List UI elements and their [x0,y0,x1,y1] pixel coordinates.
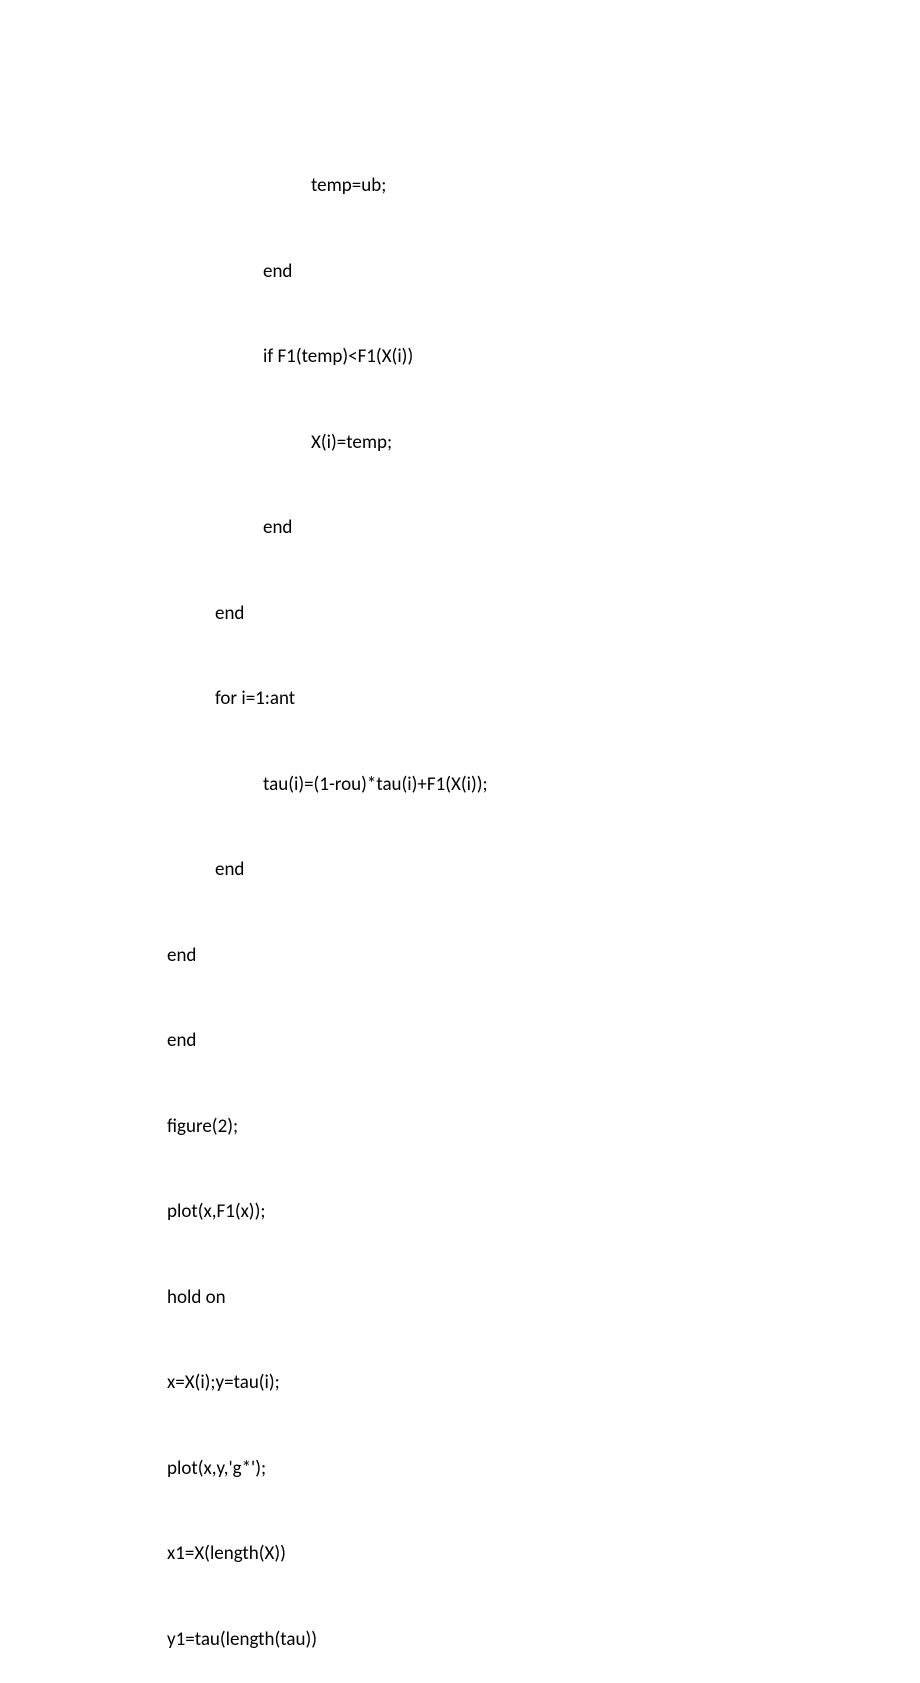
code-line: end [167,856,820,885]
code-line: figure(2); [167,1113,820,1142]
code-line: end [167,600,820,629]
code-line: end [167,258,820,287]
code-line: plot(x,F1(x)); [167,1198,820,1227]
code-line: x=X(i);y=tau(i); [167,1369,820,1398]
code-line: tau(i)=(1-rou)*tau(i)+F1(X(i)); [167,771,820,800]
code-line: temp=ub; [167,172,820,201]
code-line: end [167,942,820,971]
code-line: y1=tau(length(tau)) [167,1626,820,1655]
code-line: X(i)=temp; [167,429,820,458]
code-line: x1=X(length(X)) [167,1540,820,1569]
code-line: for i=1:ant [167,685,820,714]
code-line: hold on [167,1284,820,1313]
code-line: if F1(temp)<F1(X(i)) [167,343,820,372]
code-line: end [167,1027,820,1056]
code-line: end [167,514,820,543]
code-content: temp=ub; end if F1(temp)<F1(X(i)) X(i)=t… [167,115,820,1683]
code-line: plot(x,y,'g*'); [167,1455,820,1484]
